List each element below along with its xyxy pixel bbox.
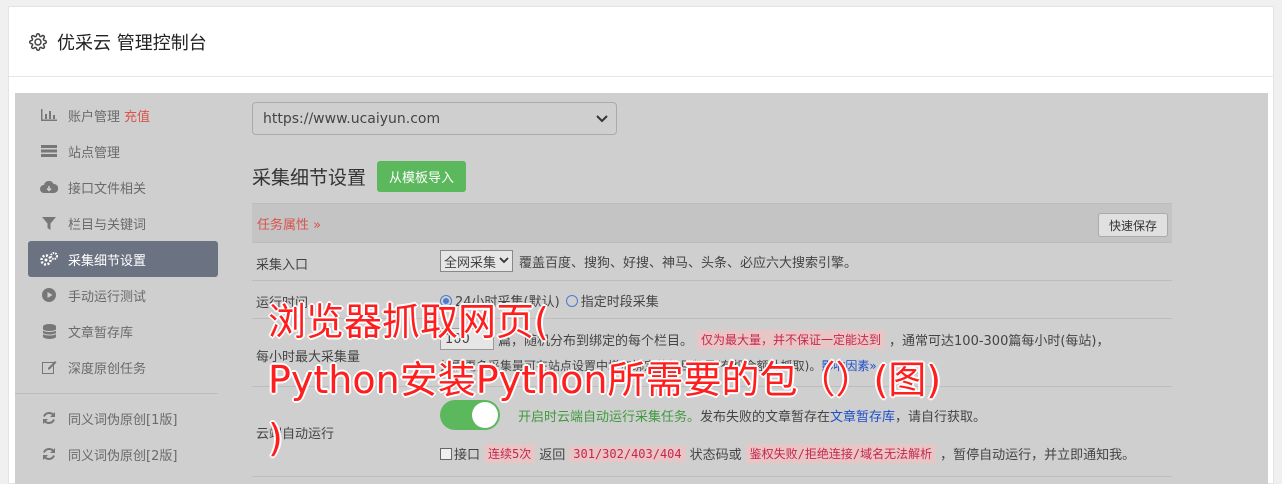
runtime-radio-period[interactable] [565,294,578,307]
import-template-button[interactable]: 从模板导入 [377,161,467,192]
row-runtime: 运行时间 24小时采集(默认) 指定时段采集 [252,281,1172,319]
sidebar-item-label: 接口文件相关 [68,181,147,197]
row-collect-entry: 采集入口 全网采集 覆盖百度、搜狗、好搜、神马、头条、必应六大搜索引擎。 [252,243,1172,281]
sidebar-item-columns-keywords[interactable]: 栏目与关键词 [28,205,218,241]
sidebar-item-label: 账户管理 [68,109,121,125]
content-area: 账户管理 充值 站点管理 接口文件相关 栏目与关键词 采集细节设置 手动运行测试… [15,93,1268,484]
sidebar-item-label: 深度原创任务 [68,361,147,377]
code-tag: 鉴权失败/拒绝连接/域名无法解析 [745,444,937,463]
code-tag: 301/302/403/404 [569,445,686,462]
filter-icon [40,216,58,230]
page-title: 优采云 管理控制台 [57,32,207,54]
site-select[interactable]: https://www.ucaiyun.com [252,102,617,135]
sidebar-item-label: 手动运行测试 [68,289,147,305]
collect-entry-desc: 覆盖百度、搜狗、好搜、神马、头条、必应六大搜索引擎。 [519,255,858,271]
checkbox-label: 接口 [454,448,481,463]
sidebar-item-label: 同义词伪原创[1版] [68,412,178,428]
card-header: 优采云 管理控制台 [9,7,1273,77]
cogs-icon [40,252,58,266]
row-value-line2: 接口 连续5次 返回 301/302/403/404 状态码或 鉴权失败/拒绝连… [440,444,1135,463]
sidebar: 账户管理 充值 站点管理 接口文件相关 栏目与关键词 采集细节设置 手动运行测试… [15,93,218,472]
influence-factors-link[interactable]: 影响因素» [821,357,876,374]
section-title: 采集细节设置 [252,167,367,189]
recharge-link[interactable]: 充值 [124,106,150,125]
row-label: 采集入口 [256,258,309,273]
cloud-text: 状态码或 [689,448,742,463]
settings-form: 任务属性 » 快速保存 采集入口 全网采集 覆盖百度、搜狗、好搜、神马、头条、必… [252,203,1172,477]
cloud-download-icon [40,180,58,194]
row-value: 全网采集 覆盖百度、搜狗、好搜、神马、头条、必应六大搜索引擎。 [440,250,857,272]
chevron-down-icon [596,115,608,123]
database-icon [40,323,58,339]
row-value: 开启时云端自动运行采集任务。 发布失败的文章暂存在 文章暂存库 ，请自行获取。 [440,400,986,430]
cloud-auto-run-toggle[interactable] [440,400,500,430]
sidebar-item-synonym-v1[interactable]: 同义词伪原创[1版] [28,400,218,436]
row-label: 运行时间 [256,296,309,311]
hourly-max-input[interactable]: 100 [440,328,494,350]
runtime-option-24h: 24小时采集(默认) [455,295,560,310]
sidebar-item-manual-run[interactable]: 手动运行测试 [28,277,218,313]
site-select-value: https://www.ucaiyun.com [263,110,441,127]
refresh-icon [40,411,58,425]
sidebar-item-deep-original[interactable]: 深度原创任务 [28,349,218,385]
cloud-text: ，请自行获取。 [895,409,987,425]
hourly-text: 篇，随机分布到绑定的每个栏目。 [498,333,694,349]
code-tag: 连续5次 [484,444,536,463]
sidebar-divider [15,393,218,394]
play-circle-icon [40,288,58,302]
sidebar-item-sites[interactable]: 站点管理 [28,133,218,169]
chevron-down-icon [499,257,509,264]
article-storage-link[interactable]: 文章暂存库 [830,406,895,425]
cloud-on-text: 开启时云端自动运行采集任务。 [518,409,701,425]
collect-entry-select-value: 全网采集 [444,255,497,271]
row-value-line2: 如需更多采集量可在站点设置中增加绑定的栏目数量(有机会额外抓取)。 影响因素» [440,357,877,374]
row-label: 云端自动运行 [256,427,335,442]
sidebar-item-interface-files[interactable]: 接口文件相关 [28,169,218,205]
sidebar-item-label: 站点管理 [68,145,121,161]
hourly-note: 如需更多采集量可在站点设置中增加绑定的栏目数量(有机会额外抓取)。 [440,359,822,373]
hourly-max-value: 100 [445,331,470,347]
runtime-option-period: 指定时段采集 [580,295,659,310]
sidebar-item-collect-settings[interactable]: 采集细节设置 [28,241,218,277]
bar-chart-icon [40,108,58,122]
cloud-text: 返回 [539,448,566,463]
edit-icon [40,360,58,374]
row-cloud-auto-run: 云端自动运行 开启时云端自动运行采集任务。 发布失败的文章暂存在 文章暂存库 ，… [252,387,1172,477]
sidebar-item-account[interactable]: 账户管理 充值 [28,97,218,133]
sidebar-item-label: 文章暂存库 [68,325,134,341]
row-value: 100 篇，随机分布到绑定的每个栏目。 仅为最大量，并不保证一定能达到 ，通常可… [440,328,1110,350]
hourly-warning: 仅为最大量，并不保证一定能达到 [697,329,886,349]
sidebar-item-article-storage[interactable]: 文章暂存库 [28,313,218,349]
sidebar-item-synonym-v2[interactable]: 同义词伪原创[2版] [28,436,218,472]
interface-pause-checkbox[interactable] [440,447,452,460]
row-hourly-max: 每小时最大采集量 100 篇，随机分布到绑定的每个栏目。 仅为最大量，并不保证一… [252,319,1172,387]
gear-icon [29,32,47,51]
sidebar-item-label: 栏目与关键词 [68,217,147,233]
runtime-radio-24h[interactable] [440,294,452,307]
task-properties-header: 任务属性 » 快速保存 [252,203,1172,243]
sidebar-item-label: 采集细节设置 [68,253,147,269]
cloud-text: ，暂停自动运行，并立即通知我。 [940,448,1136,463]
quick-save-button[interactable]: 快速保存 [1097,213,1168,237]
server-icon [40,144,58,158]
cloud-text: 发布失败的文章暂存在 [700,409,831,425]
refresh-icon [40,447,58,461]
collect-entry-select[interactable]: 全网采集 [440,250,514,272]
row-value: 24小时采集(默认) 指定时段采集 [440,291,659,310]
hourly-text: ，通常可达100-300篇每小时(每站)， [889,333,1110,349]
sidebar-item-label: 同义词伪原创[2版] [68,448,178,464]
task-properties-toggle[interactable]: 任务属性 » [257,214,321,233]
row-label: 每小时最大采集量 [256,350,361,365]
